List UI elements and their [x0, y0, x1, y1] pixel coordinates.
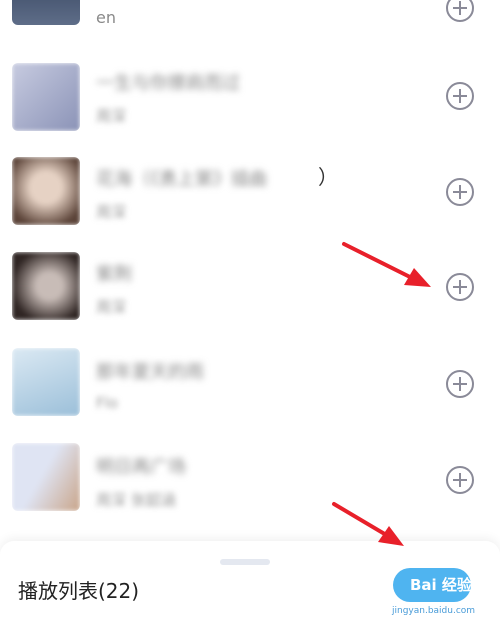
arrow-to-watermark: [332, 502, 404, 546]
arrow-to-add-button: [342, 242, 431, 287]
annotation-arrows: [332, 242, 431, 546]
